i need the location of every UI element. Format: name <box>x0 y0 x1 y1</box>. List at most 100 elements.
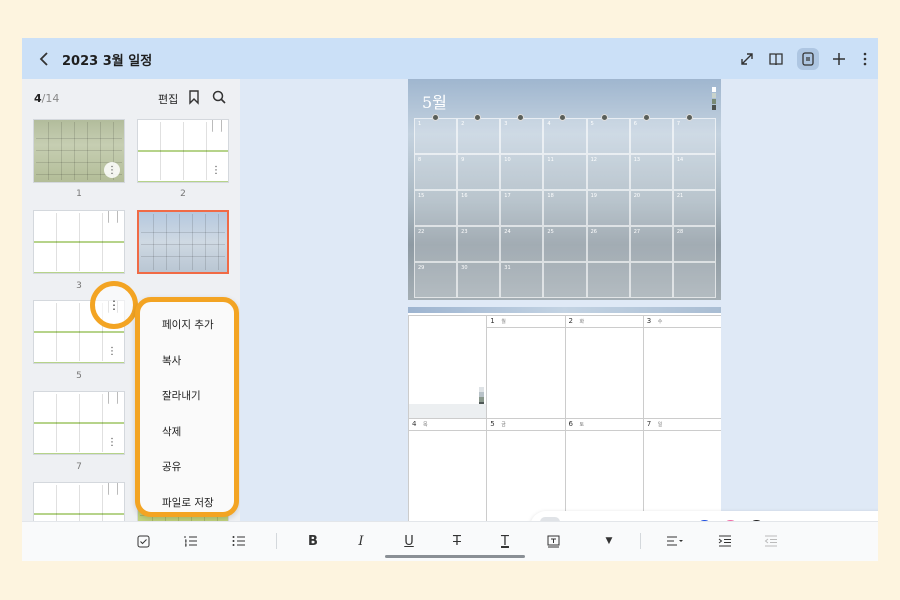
calendar-day-number: 19 <box>590 193 597 199</box>
thumbnail-label: 7 <box>76 462 82 472</box>
note-canvas[interactable]: 5월 1 2 3 4 5 6 7 8 9 10 11 12 13 14 15 16 17 18 19 20 21 22 23… <box>240 79 878 561</box>
thumbnail-label: 5 <box>76 371 82 381</box>
thumbnail-more-icon[interactable]: ⋮ <box>104 162 120 178</box>
calendar-day-number: 27 <box>633 229 641 235</box>
week-day-name: 수 <box>657 319 663 325</box>
edit-button[interactable]: 편집 <box>158 91 178 107</box>
calendar-day-cell: 1 <box>414 118 458 154</box>
page-thumbnail-4[interactable] <box>137 210 229 274</box>
bullet-list-icon[interactable] <box>230 532 248 550</box>
week-day-header: 5금 <box>487 419 565 431</box>
menu-item-share[interactable]: 공유 <box>140 450 234 486</box>
calendar-day-cell: 4 <box>543 118 587 154</box>
back-icon[interactable] <box>36 50 54 68</box>
week-day-header: 6토 <box>565 419 643 431</box>
menu-item-delete[interactable]: 삭제 <box>140 415 234 451</box>
bookmark-ribbon-icon <box>108 392 118 404</box>
calendar-day-cell: 31 <box>500 262 544 298</box>
expand-icon[interactable] <box>736 48 758 70</box>
more-icon[interactable] <box>854 48 876 70</box>
week-day-name: 금 <box>501 422 506 428</box>
page-thumbnail-2[interactable]: ⋮ <box>137 119 229 183</box>
calendar-day-cell <box>672 262 716 298</box>
monthly-calendar-page: 5월 1 2 3 4 5 6 7 8 9 10 11 12 13 14 15 16 17 18 19 20 21 22 23… <box>408 79 721 300</box>
calendar-day-cell: 7 <box>672 118 716 154</box>
calendar-day-cell: 11 <box>543 154 587 190</box>
text-color-icon[interactable]: T <box>496 532 514 550</box>
highlighted-more-button[interactable]: ⋮ <box>90 281 138 329</box>
calendar-day-cell: 23 <box>457 226 501 262</box>
color-swatch <box>712 105 716 110</box>
week-day-header: 4목 <box>409 419 487 431</box>
thumbnail-label: 2 <box>180 189 186 199</box>
thumbnail-more-icon[interactable]: ⋮ <box>208 162 224 178</box>
numbered-list-icon[interactable] <box>182 532 200 550</box>
week-day-header: 3수 <box>643 316 721 328</box>
week-day-number: 5 <box>490 420 495 428</box>
calendar-day-number: 12 <box>590 157 597 163</box>
calendar-grid: 1 2 3 4 5 6 7 8 9 10 11 12 13 14 15 16 17 18 19 20 21 22 23 24 2… <box>414 118 716 298</box>
calendar-day-number: 15 <box>418 193 425 199</box>
week-day-cell: 3수 <box>642 315 721 418</box>
calendar-day-cell: 27 <box>629 226 673 262</box>
outdent-icon[interactable] <box>762 532 780 550</box>
week-day-cell: 4목 <box>408 418 487 521</box>
dropdown-icon[interactable]: ▼ <box>600 532 618 550</box>
align-icon[interactable] <box>666 532 684 550</box>
color-swatch <box>712 99 716 104</box>
calendar-day-number: 28 <box>676 229 684 235</box>
page-thumbnail-7[interactable]: ⋮ <box>33 391 125 455</box>
calendar-day-number: 3 <box>504 121 508 127</box>
week-day-number: 3 <box>646 317 652 325</box>
page-thumbnail-3[interactable] <box>33 210 125 274</box>
calendar-day-number: 7 <box>676 121 681 127</box>
document-title: 2023 3월 일정 <box>62 54 153 69</box>
thumbnail-more-icon[interactable]: ⋮ <box>104 434 120 450</box>
week-day-name: 화 <box>579 319 585 325</box>
calendar-day-number: 6 <box>633 121 637 127</box>
week-gray-strip <box>409 404 487 418</box>
search-icon[interactable] <box>211 89 229 107</box>
calendar-day-number: 23 <box>461 229 468 235</box>
calendar-day-cell: 30 <box>457 262 501 298</box>
calendar-day-cell: 19 <box>586 190 630 226</box>
calendar-day-number: 21 <box>676 193 684 199</box>
page-thumbnail-1[interactable]: ⋮ <box>33 119 125 183</box>
thumbnail-more-icon[interactable]: ⋮ <box>104 343 120 359</box>
calendar-day-number: 11 <box>547 157 554 163</box>
calendar-day-cell <box>586 262 630 298</box>
bookmark-icon[interactable] <box>187 89 205 107</box>
calendar-day-number: 22 <box>418 229 425 235</box>
menu-item-copy[interactable]: 복사 <box>140 344 234 380</box>
add-icon[interactable] <box>828 48 850 70</box>
calendar-day-number: 4 <box>547 121 551 127</box>
top-bar: 2023 3월 일정 <box>22 38 878 79</box>
week-day-name: 토 <box>579 422 585 428</box>
calendar-day-number: 25 <box>547 229 554 235</box>
bookmark-ribbon-icon <box>108 483 118 495</box>
book-view-icon[interactable] <box>765 48 787 70</box>
color-swatch <box>712 93 716 98</box>
calendar-day-cell: 8 <box>414 154 458 190</box>
calendar-day-cell: 14 <box>672 154 716 190</box>
calendar-day-cell: 22 <box>414 226 458 262</box>
checkbox-icon[interactable] <box>134 532 152 550</box>
bold-icon[interactable]: B <box>304 532 322 550</box>
calendar-day-number: 31 <box>504 265 511 271</box>
home-indicator <box>385 555 525 558</box>
menu-item-save-as-file[interactable]: 파일로 저장 <box>140 486 234 522</box>
strikethrough-icon[interactable]: T <box>448 532 466 550</box>
calendar-day-number: 14 <box>676 157 684 163</box>
calendar-day-cell <box>629 262 673 298</box>
calendar-day-number: 29 <box>418 265 425 271</box>
text-highlight-icon[interactable] <box>544 532 562 550</box>
menu-item-cut[interactable]: 잘라내기 <box>140 379 234 415</box>
underline-icon[interactable]: U <box>400 532 418 550</box>
calendar-day-cell: 25 <box>543 226 587 262</box>
indent-icon[interactable] <box>716 532 734 550</box>
page-view-icon[interactable] <box>797 48 819 70</box>
italic-icon[interactable]: I <box>352 532 370 550</box>
calendar-day-cell: 16 <box>457 190 501 226</box>
calendar-day-cell: 9 <box>457 154 501 190</box>
menu-item-add-page[interactable]: 페이지 추가 <box>140 308 234 344</box>
